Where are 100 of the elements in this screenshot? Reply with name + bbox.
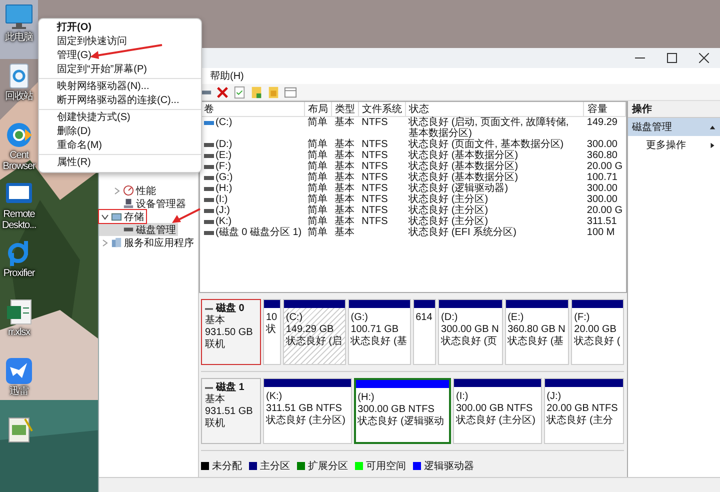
table-cell: 100 M (586, 227, 615, 238)
table-cell: 基本 (334, 117, 355, 128)
partition-label: (J:) (546, 391, 562, 403)
partition[interactable]: (C:) 149.29 GB 状态良好 (启 (282, 299, 346, 365)
tree-item[interactable]: 磁盘管理 (99, 223, 178, 236)
partition-status: 状 (266, 324, 277, 336)
table-cell: 简单 (308, 161, 328, 172)
table-cell: NTFS (362, 161, 388, 172)
menu-item[interactable]: 重命名(M) (39, 139, 201, 153)
menu-item[interactable]: 创建快捷方式(S) (39, 111, 201, 125)
partition-size: 10 (266, 312, 278, 324)
table-cell: 基本 (334, 227, 355, 238)
partition-header (284, 300, 345, 308)
action-item[interactable]: 更多操作 (628, 136, 720, 154)
partition-label: (K:) (266, 391, 284, 403)
disk-status: 联机 (205, 418, 226, 430)
close-icon (699, 53, 709, 63)
partition[interactable]: 10 状 (263, 299, 281, 365)
window-icon[interactable] (284, 86, 297, 98)
tree-item[interactable]: 存储 (99, 210, 146, 223)
table-cell: 简单 (308, 216, 328, 227)
gauge-icon (123, 185, 134, 196)
table-cell: (G:) (216, 172, 233, 183)
column-header[interactable]: 类型 (332, 102, 359, 116)
menu-item[interactable]: 固定到“开始”屏幕(P) (39, 63, 201, 77)
document-check-icon[interactable] (233, 86, 246, 98)
table-cell: (F:) (216, 161, 232, 172)
table-cell: 基本 (334, 161, 355, 172)
partition[interactable]: (H:) 300.00 GB NTFS 状态良好 (逻辑驱动 (354, 378, 451, 444)
disk-size: 931.50 GB (205, 327, 254, 338)
tree-item[interactable]: 设备管理器 (99, 197, 188, 210)
tree-item[interactable]: 服务和应用程序 (99, 236, 196, 249)
table-cell: NTFS (362, 205, 388, 216)
table-cell: 简单 (308, 194, 328, 205)
table-cell: 20.00 G (586, 205, 622, 216)
column-header[interactable]: 文件系统 (358, 102, 406, 116)
partition-status: 状态良好 (启 (286, 336, 343, 348)
partition-label: (G:) (350, 312, 369, 324)
arrow-annotation (170, 207, 202, 225)
table-cell: 100.71 (586, 172, 618, 183)
legend-label: 主分区 (260, 460, 290, 473)
table-cell: (I:) (216, 194, 228, 205)
column-header[interactable]: 状态 (406, 102, 584, 116)
partition[interactable]: 614 (412, 299, 436, 365)
partition-header (348, 300, 410, 308)
desktop-shortcut[interactable]: Remote Deskto... (0, 177, 38, 236)
partition-label: (D:) (441, 312, 459, 324)
browser-icon (5, 122, 33, 148)
partition-label: (F:) (574, 312, 591, 324)
disk-name: 磁盘 0 (216, 303, 244, 314)
partition-status: 状态良好 (逻辑驱动 (358, 416, 445, 428)
partition[interactable]: (E:) 360.80 GB N 状态良好 (基 (504, 299, 570, 365)
services-icon (111, 237, 122, 248)
menu-item[interactable]: 管理(G) (39, 49, 201, 63)
folder-icon[interactable] (250, 86, 263, 98)
table-cell: 简单 (308, 139, 328, 150)
tree-item[interactable]: 性能 (99, 184, 158, 197)
table-cell: 149.29 (586, 117, 618, 128)
column-header[interactable]: 布局 (304, 102, 332, 116)
disk-info[interactable]: 磁盘 0 基本 931.50 GB 联机 (201, 299, 261, 365)
disk-status: 联机 (205, 339, 226, 351)
partition-status: 状态良好 ( (574, 336, 622, 348)
menu-item[interactable]: 断开网络驱动器的连接(C)... (39, 94, 201, 108)
table-cell: 状态良好 (EFI 系统分区) (408, 227, 516, 238)
table-cell: NTFS (362, 183, 388, 194)
legend-label: 未分配 (212, 460, 242, 473)
partition[interactable]: (I:) 300.00 GB NTFS 状态良好 (主分区) (453, 378, 542, 444)
action-section[interactable]: 磁盘管理 (628, 118, 720, 136)
chevron-icon[interactable] (101, 212, 109, 220)
menu-item[interactable]: 属性(R) (39, 156, 201, 170)
partition-size: 100.71 GB (350, 324, 400, 336)
partition-size: 360.80 GB N (508, 324, 566, 336)
collapse-icon[interactable] (709, 124, 716, 130)
partition[interactable]: (D:) 300.00 GB N 状态良好 (页 (438, 299, 503, 365)
table-cell: 基本 (334, 205, 355, 216)
partition[interactable]: (K:) 311.51 GB NTFS 状态良好 (主分区) (263, 378, 352, 444)
legend-label: 扩展分区 (308, 460, 348, 473)
table-cell: 基本 (334, 216, 355, 227)
column-header[interactable]: 容量 (584, 102, 626, 116)
table-cell: NTFS (362, 139, 388, 150)
table-cell: NTFS (362, 150, 388, 161)
partition[interactable]: (G:) 100.71 GB 状态良好 (基 (348, 299, 411, 365)
drive-icon (204, 120, 214, 126)
partition[interactable]: (J:) 20.00 GB NTFS 状态良好 (主分 (544, 378, 624, 444)
partition-size: 614 (416, 312, 434, 324)
partition-label: (H:) (358, 392, 376, 404)
menu-item[interactable]: 固定到快速访问 (39, 35, 201, 49)
table-cell: 简单 (308, 117, 328, 128)
delete-icon[interactable] (216, 86, 229, 98)
desktop-shortcut[interactable]: Proxifier (0, 236, 38, 295)
table-cell: 基本 (334, 172, 355, 183)
device-icon (123, 198, 134, 209)
table-cell: 基本 (334, 194, 355, 205)
menu-item[interactable]: 删除(D) (39, 125, 201, 139)
menu-item[interactable]: 帮助(H) (207, 69, 247, 83)
menu-item[interactable]: 映射网络驱动器(N)... (39, 80, 201, 94)
partition-status: 状态良好 (主分 (546, 415, 614, 427)
menu-item[interactable]: 打开(O) (39, 21, 201, 35)
disk-info[interactable]: 磁盘 1 基本 931.51 GB 联机 (201, 378, 261, 444)
partition[interactable]: (F:) 20.00 GB 状态良好 ( (571, 299, 624, 365)
